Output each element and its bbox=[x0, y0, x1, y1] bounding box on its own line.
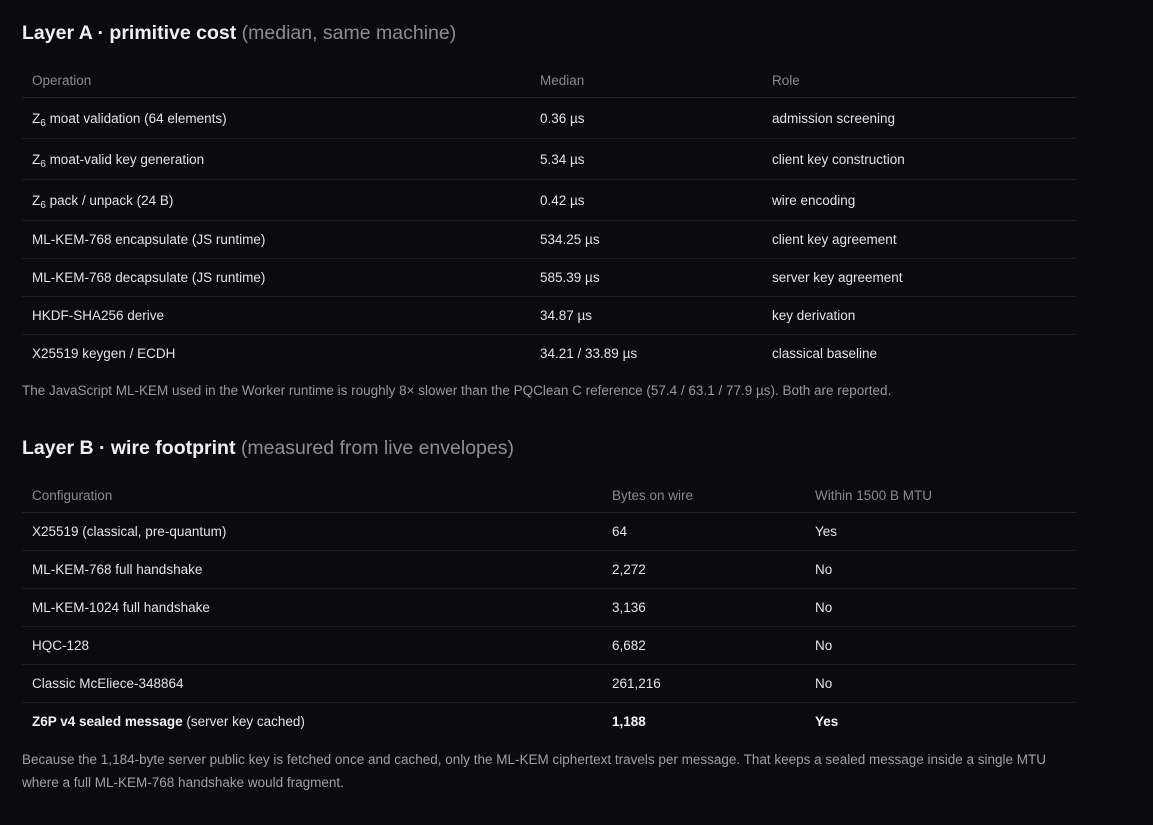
mtu-cell: No bbox=[805, 626, 1076, 665]
primitive-cost-table: Operation Median Role Z6 moat validation… bbox=[22, 63, 1076, 372]
configuration-cell: HQC-128 bbox=[22, 626, 602, 665]
configuration-cell: ML-KEM-768 full handshake bbox=[22, 550, 602, 589]
mtu-cell: No bbox=[805, 664, 1076, 703]
role-cell: admission screening bbox=[762, 97, 1076, 139]
layer-a-title: Layer A · primitive cost bbox=[22, 22, 237, 44]
layer-b-note: Because the 1,184-byte server public key… bbox=[22, 752, 1047, 790]
median-cell: 0.36 µs bbox=[530, 97, 762, 139]
column-header-operation: Operation bbox=[22, 63, 530, 98]
median-cell: 34.87 µs bbox=[530, 296, 762, 335]
mtu-cell: No bbox=[805, 550, 1076, 589]
table-row: HKDF-SHA256 derive 34.87 µs key derivati… bbox=[22, 296, 1076, 335]
layer-b-heading: Layer B · wire footprint (measured from … bbox=[22, 433, 1076, 463]
table-header-row: Configuration Bytes on wire Within 1500 … bbox=[22, 478, 1076, 513]
table-header-row: Operation Median Role bbox=[22, 63, 1076, 98]
table-row: Z6P v4 sealed message (server key cached… bbox=[22, 703, 1076, 741]
table-row: HQC-128 6,682 No bbox=[22, 626, 1076, 665]
operation-cell: Z6 moat validation (64 elements) bbox=[22, 97, 530, 139]
mtu-cell: Yes bbox=[815, 714, 839, 729]
operation-cell: Z6 pack / unpack (24 B) bbox=[22, 179, 530, 221]
column-header-configuration: Configuration bbox=[22, 478, 602, 513]
role-cell: server key agreement bbox=[762, 258, 1076, 297]
column-header-mtu: Within 1500 B MTU bbox=[805, 478, 1076, 513]
layer-a-heading: Layer A · primitive cost (median, same m… bbox=[22, 18, 1076, 48]
z6-symbol: Z6 bbox=[32, 192, 46, 211]
mtu-cell: Yes bbox=[805, 512, 1076, 551]
median-cell: 5.34 µs bbox=[530, 138, 762, 180]
role-cell: client key agreement bbox=[762, 220, 1076, 259]
table-row: ML-KEM-768 decapsulate (JS runtime) 585.… bbox=[22, 258, 1076, 297]
configuration-cell: Z6P v4 sealed message (server key cached… bbox=[32, 714, 305, 729]
configuration-cell: X25519 (classical, pre-quantum) bbox=[22, 512, 602, 551]
operation-cell: HKDF-SHA256 derive bbox=[22, 296, 530, 335]
layer-b-title: Layer B · wire footprint bbox=[22, 437, 236, 459]
role-cell: client key construction bbox=[762, 138, 1076, 180]
layer-a-section: Layer A · primitive cost (median, same m… bbox=[22, 18, 1076, 401]
role-cell: wire encoding bbox=[762, 179, 1076, 221]
table-row: Z6 moat-valid key generation 5.34 µs cli… bbox=[22, 138, 1076, 180]
column-header-median: Median bbox=[530, 63, 762, 98]
bytes-cell: 3,136 bbox=[602, 588, 805, 627]
operation-cell: ML-KEM-768 encapsulate (JS runtime) bbox=[22, 220, 530, 259]
bytes-cell: 2,272 bbox=[602, 550, 805, 589]
layer-a-note: The JavaScript ML-KEM used in the Worker… bbox=[22, 383, 892, 398]
layer-b-subtitle: (measured from live envelopes) bbox=[240, 437, 514, 459]
table-row: ML-KEM-768 full handshake 2,272 No bbox=[22, 550, 1076, 589]
table-row: X25519 keygen / ECDH 34.21 / 33.89 µs cl… bbox=[22, 335, 1076, 373]
table-row: Classic McEliece-348864 261,216 No bbox=[22, 664, 1076, 703]
bytes-cell: 6,682 bbox=[602, 626, 805, 665]
table-row: Z6 moat validation (64 elements) 0.36 µs… bbox=[22, 97, 1076, 139]
configuration-cell: Classic McEliece-348864 bbox=[22, 664, 602, 703]
wire-footprint-table: Configuration Bytes on wire Within 1500 … bbox=[22, 478, 1076, 740]
median-cell: 34.21 / 33.89 µs bbox=[540, 346, 638, 361]
column-header-role: Role bbox=[762, 63, 1076, 98]
mtu-cell: No bbox=[805, 588, 1076, 627]
median-cell: 585.39 µs bbox=[530, 258, 762, 297]
configuration-cell: ML-KEM-1024 full handshake bbox=[22, 588, 602, 627]
median-cell: 534.25 µs bbox=[530, 220, 762, 259]
bytes-cell: 64 bbox=[602, 512, 805, 551]
column-header-bytes: Bytes on wire bbox=[602, 478, 805, 513]
z6-symbol: Z6 bbox=[32, 151, 46, 170]
bytes-cell: 1,188 bbox=[612, 714, 646, 729]
role-cell: classical baseline bbox=[772, 346, 878, 361]
table-row: Z6 pack / unpack (24 B) 0.42 µs wire enc… bbox=[22, 179, 1076, 221]
table-row: X25519 (classical, pre-quantum) 64 Yes bbox=[22, 512, 1076, 551]
z6-symbol: Z6 bbox=[32, 110, 46, 129]
median-cell: 0.42 µs bbox=[530, 179, 762, 221]
layer-b-section: Layer B · wire footprint (measured from … bbox=[22, 433, 1076, 794]
operation-cell: Z6 moat-valid key generation bbox=[22, 138, 530, 180]
configuration-name-bold: Z6P v4 sealed message bbox=[32, 714, 183, 729]
operation-cell: ML-KEM-768 decapsulate (JS runtime) bbox=[22, 258, 530, 297]
bytes-cell: 261,216 bbox=[602, 664, 805, 703]
role-cell: key derivation bbox=[762, 296, 1076, 335]
operation-cell: X25519 keygen / ECDH bbox=[32, 346, 176, 361]
layer-a-subtitle: (median, same machine) bbox=[241, 22, 457, 44]
table-row: ML-KEM-1024 full handshake 3,136 No bbox=[22, 588, 1076, 627]
table-row: ML-KEM-768 encapsulate (JS runtime) 534.… bbox=[22, 220, 1076, 259]
